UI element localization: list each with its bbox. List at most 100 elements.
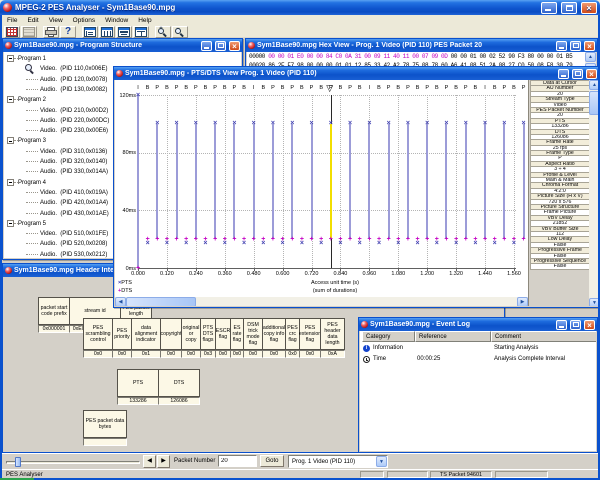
impulse xyxy=(388,124,390,239)
tree-program-4[interactable]: Program 4 xyxy=(18,178,46,188)
minimize-button[interactable] xyxy=(201,41,212,51)
menu-item-view[interactable]: View xyxy=(44,17,68,24)
column-header-comment[interactable]: Comment xyxy=(491,331,596,342)
zoom-in-icon: + xyxy=(157,27,169,37)
column-header-category[interactable]: Category xyxy=(362,331,415,342)
tree-stream[interactable]: Audio. (PID 520,0x0208) xyxy=(40,239,107,249)
tree-stream[interactable]: Video. (PID 510,0x01FE) xyxy=(40,229,108,239)
scroll-down-button[interactable]: ▼ xyxy=(589,298,598,306)
previous-packet-button[interactable]: ◀ xyxy=(143,455,156,468)
title-bar[interactable]: MPEG-2 PES Analyser - Sym1Base90.mpg × xyxy=(0,0,600,15)
tree-stream[interactable]: Video. (PID 110,0x006E) xyxy=(40,64,108,74)
analysis-button[interactable] xyxy=(4,26,20,38)
tree-expand-toggle[interactable] xyxy=(7,179,14,186)
field-value: 0x0 xyxy=(299,350,321,358)
packet-slider-track[interactable] xyxy=(6,461,140,464)
tree-stream[interactable]: Video. (PID 410,0x019A) xyxy=(40,188,108,198)
scroll-left-button[interactable]: ◀ xyxy=(115,297,126,306)
tree-stream[interactable]: Audio. (PID 530,0x0212) xyxy=(40,250,107,258)
tree-stream[interactable]: Audio. (PID 230,0x00E6) xyxy=(40,126,108,136)
tree-stream[interactable]: Audio. (PID 130,0x0082) xyxy=(40,85,107,95)
pts-dts-content: 0.0000.1200.2400.3600.4800.6000.7200.840… xyxy=(115,80,598,306)
chart-horizontal-scrollbar[interactable]: ◀ ▶ xyxy=(115,297,528,306)
event-log-list[interactable]: CategoryReferenceCommentiInformationStar… xyxy=(360,331,596,451)
export-button[interactable] xyxy=(21,26,37,38)
pts-dts-titlebar[interactable]: Sym1Base90.mpg - PTS/DTS View Prog. 1 Vi… xyxy=(114,67,598,80)
zoom-in-button[interactable]: + xyxy=(155,26,171,38)
tree-stream[interactable]: Video. (PID 310,0x0136) xyxy=(40,147,107,157)
goto-button[interactable]: Goto xyxy=(260,455,284,467)
minimize-button[interactable] xyxy=(556,41,567,51)
packet-slider-thumb[interactable] xyxy=(15,457,21,467)
menu-item-edit[interactable]: Edit xyxy=(22,17,43,24)
dts-mark: + xyxy=(327,236,334,243)
packet-number-input[interactable] xyxy=(218,455,257,467)
help-button[interactable]: ? xyxy=(60,26,76,38)
minimize-button[interactable] xyxy=(556,320,567,330)
tree-expand-toggle[interactable] xyxy=(7,96,14,103)
frame-type-label: B xyxy=(414,85,421,91)
program-structure-view-button[interactable] xyxy=(82,26,98,38)
tree-program-3[interactable]: Program 3 xyxy=(18,136,46,146)
minimize-button[interactable] xyxy=(558,69,569,79)
scrollbar-thumb[interactable] xyxy=(589,91,598,115)
dts-mark: + xyxy=(385,236,392,243)
pes-flag-field: DSM trick mode flag0x0 xyxy=(243,318,263,358)
scroll-up-button[interactable]: ▲ xyxy=(585,52,596,62)
stream-selector-combo[interactable]: Prog. 1 Video (PID 110) ▼ xyxy=(288,455,388,468)
tree-stream[interactable]: Audio. (PID 420,0x01A4) xyxy=(40,198,108,208)
tree-expand-toggle[interactable] xyxy=(7,137,14,144)
zoom-out-button[interactable]: − xyxy=(172,26,188,38)
next-packet-button[interactable]: ▶ xyxy=(157,455,170,468)
panel-vertical-scrollbar[interactable]: ▲ ▼ xyxy=(589,80,598,306)
close-button[interactable]: × xyxy=(581,2,597,14)
menu-item-file[interactable]: File xyxy=(2,17,22,24)
tree-expand-toggle[interactable] xyxy=(7,55,14,62)
scrollbar-thumb[interactable] xyxy=(126,297,196,306)
x-tick-label: 0.720 xyxy=(298,271,326,277)
tree-stream[interactable]: Audio. (PID 430,0x01AE) xyxy=(40,209,109,219)
maximize-button[interactable] xyxy=(572,69,583,79)
close-button[interactable]: × xyxy=(586,69,597,79)
maximize-button[interactable] xyxy=(215,41,226,51)
menu-item-help[interactable]: Help xyxy=(133,17,156,24)
tree-program-1[interactable]: Program 1 xyxy=(18,54,46,64)
tree-program-5[interactable]: Program 5 xyxy=(18,219,46,229)
frame-type-label: P xyxy=(154,85,161,91)
tree-stream[interactable]: Video. (PID 210,0x00D2) xyxy=(40,106,108,116)
close-button[interactable]: × xyxy=(584,41,595,51)
column-header-reference[interactable]: Reference xyxy=(415,331,491,342)
tree-stream[interactable]: Audio. (PID 220,0x00DC) xyxy=(40,116,109,126)
maximize-button[interactable] xyxy=(561,2,577,14)
close-button[interactable]: × xyxy=(229,41,240,51)
pts-dts-view-button[interactable] xyxy=(133,26,149,38)
impulse xyxy=(426,124,428,239)
menu-item-window[interactable]: Window xyxy=(100,17,133,24)
tree-stream[interactable]: Audio. (PID 320,0x0140) xyxy=(40,157,107,167)
tree-stream[interactable]: Audio. (PID 120,0x0078) xyxy=(40,75,107,85)
hex-view-titlebar[interactable]: Sym1Base90.mpg Hex View - Prog. 1 Video … xyxy=(246,39,597,52)
tree-connector xyxy=(26,120,38,121)
event-log-row[interactable]: Time00:00:25Analysis Complete Interval xyxy=(360,354,596,365)
print-button[interactable] xyxy=(43,26,59,38)
event-log-row[interactable]: iInformationStarting Analysis xyxy=(360,343,596,354)
tree-program-2[interactable]: Program 2 xyxy=(18,95,46,105)
chevron-down-icon[interactable]: ▼ xyxy=(376,456,387,467)
cursor-marker[interactable]: ▽ xyxy=(326,84,333,93)
scroll-up-button[interactable]: ▲ xyxy=(589,80,598,90)
tree-connector xyxy=(26,89,38,90)
tree-stream[interactable]: Audio. (PID 330,0x014A) xyxy=(40,167,108,177)
scroll-right-button[interactable]: ▶ xyxy=(517,297,528,306)
close-button[interactable]: × xyxy=(584,320,595,330)
hex-row[interactable]: 00000 00 00 01 E0 00 00 84 C0 0A 31 00 0… xyxy=(247,53,585,62)
chart-plot-area[interactable]: 0.0000.1200.2400.3600.4800.6000.7200.840… xyxy=(115,80,528,297)
maximize-button[interactable] xyxy=(570,320,581,330)
header-interpretation-view-button[interactable] xyxy=(116,26,132,38)
event-log-titlebar[interactable]: Sym1Base90.mpg - Event Log × xyxy=(359,318,597,331)
tree-expand-toggle[interactable] xyxy=(7,220,14,227)
minimize-button[interactable] xyxy=(541,2,557,14)
menu-item-options[interactable]: Options xyxy=(68,17,100,24)
program-structure-titlebar[interactable]: Sym1Base90.mpg - Program Structure × xyxy=(3,39,242,52)
hex-view-button[interactable] xyxy=(99,26,115,38)
maximize-button[interactable] xyxy=(570,41,581,51)
